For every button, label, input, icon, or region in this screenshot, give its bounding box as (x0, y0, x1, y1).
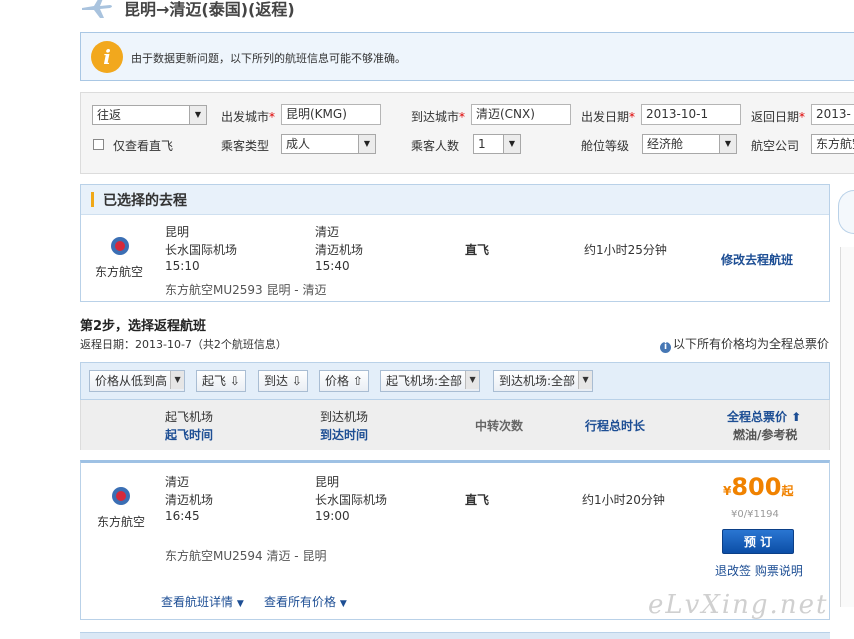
accent-bar (91, 192, 94, 207)
return-date-label: 返回日期* (751, 110, 806, 124)
direct-only-checkbox[interactable] (93, 139, 104, 150)
return-date-input[interactable]: 2013- (811, 104, 854, 125)
airplane-icon (82, 0, 112, 18)
col-arr-airport: 到达机场 (320, 410, 369, 424)
price: ¥800起 (723, 473, 794, 501)
arr-airport: 长水国际机场 (315, 493, 388, 507)
dep-airport: 长水国际机场 (165, 243, 238, 257)
trip-type-select[interactable]: 往返 ▼ (92, 105, 207, 125)
dep-time: 16:45 (165, 509, 200, 523)
sort-by-price-button[interactable]: 价格 ⇧ (319, 370, 369, 392)
refund-rules-link[interactable]: 退改签 购票说明 (715, 562, 803, 579)
depart-date-input[interactable]: 2013-10-1 (641, 104, 741, 125)
passenger-type-select[interactable]: 成人 ▼ (281, 134, 376, 154)
airline-name: 东方航空 (97, 515, 146, 529)
sort-by-arrive-button[interactable]: 到达 ⇩ (258, 370, 308, 392)
dep-airport: 清迈机场 (165, 493, 214, 507)
airline-logo-icon (112, 487, 130, 505)
passenger-type-label: 乘客类型 (221, 139, 270, 153)
arr-time: 19:00 (315, 509, 350, 523)
dep-airport-filter[interactable]: 起飞机场:全部 ▼ (380, 370, 481, 392)
chevron-down-icon: ▼ (339, 599, 347, 609)
col-tax: 燃油/参考税 (733, 428, 798, 442)
col-total-price[interactable]: 全程总票价 ⬆ (727, 408, 801, 425)
page-header: 昆明→清迈(泰国)(返程) (80, 0, 780, 20)
chevron-down-icon: ▼ (719, 135, 736, 153)
col-duration[interactable]: 行程总时长 (585, 417, 645, 434)
to-label: 到达城市* (411, 110, 466, 124)
info-icon: i (91, 41, 123, 73)
passenger-count-label: 乘客人数 (411, 139, 460, 153)
cabin-label: 舱位等级 (581, 139, 630, 153)
column-header: 起飞机场 起飞时间 到达机场 到达时间 中转次数 行程总时长 全程总票价 ⬆ 燃… (80, 400, 830, 450)
airline-logo-icon (111, 237, 129, 255)
step-title: 第2步，选择返程航班 (80, 319, 207, 334)
chevron-down-icon: ▼ (236, 599, 244, 609)
dep-city: 清迈 (165, 475, 190, 489)
stops: 直飞 (465, 493, 490, 507)
arr-city: 昆明 (315, 475, 340, 489)
all-prices-link[interactable]: 查看所有价格 ▼ (264, 593, 347, 610)
panel-header: 已选择的去程 (81, 185, 829, 215)
col-stops: 中转次数 (475, 419, 524, 433)
book-button[interactable]: 预 订 (722, 529, 794, 554)
chevron-down-icon: ▼ (503, 135, 520, 153)
col-dep-time[interactable]: 起飞时间 (165, 426, 213, 443)
arr-airport: 清迈机场 (315, 243, 364, 257)
flight-details-link[interactable]: 查看航班详情 ▼ (161, 593, 244, 610)
airline-select[interactable]: 东方航空 (811, 134, 854, 154)
chevron-down-icon: ▼ (465, 371, 480, 389)
airline-label: 航空公司 (751, 139, 800, 153)
arr-city: 清迈 (315, 225, 340, 239)
from-city-input[interactable]: 昆明(KMG) (281, 104, 381, 125)
col-arr-time[interactable]: 到达时间 (320, 426, 368, 443)
duration: 约1小时20分钟 (582, 493, 665, 507)
notice-text: 由于数据更新问题，以下所列的航班信息可能不够准确。 (131, 52, 406, 65)
sort-select[interactable]: 价格从低到高 ▼ (89, 370, 186, 392)
to-city-input[interactable]: 清迈(CNX) (471, 104, 571, 125)
panel-title: 已选择的去程 (103, 193, 187, 209)
chevron-down-icon: ▼ (189, 106, 206, 124)
duration: 约1小时25分钟 (584, 243, 667, 257)
flight-info: 东方航空MU2593 昆明 - 清迈 (165, 283, 327, 297)
flight-info: 东方航空MU2594 清迈 - 昆明 (165, 549, 327, 563)
arr-time: 15:40 (315, 259, 350, 273)
dep-city: 昆明 (165, 225, 190, 239)
cabin-select[interactable]: 经济舱 ▼ (642, 134, 737, 154)
tax-value: ¥0/¥1194 (731, 509, 779, 520)
depart-date-label: 出发日期* (581, 110, 636, 124)
airline-name: 东方航空 (95, 265, 144, 279)
info-icon: i (660, 342, 671, 353)
stops: 直飞 (465, 243, 490, 257)
filter-bar: 价格从低到高 ▼ 起飞 ⇩ 到达 ⇩ 价格 ⇧ 起飞机场:全部 ▼ 到达机场:全部 ▼ (80, 362, 830, 400)
chevron-down-icon: ▼ (170, 371, 185, 389)
watermark: eLvXing.net (648, 590, 829, 620)
side-panel (840, 247, 854, 607)
selected-outbound-panel: 已选择的去程 东方航空 昆明 长水国际机场 15:10 清迈 清迈机场 15:4… (80, 184, 830, 302)
from-label: 出发城市* (221, 110, 276, 124)
dep-time: 15:10 (165, 259, 200, 273)
price-note: i 以下所有价格均为全程总票价 (660, 335, 829, 353)
return-date-info: 返程日期：2013-10-7（共2个航班信息） (80, 338, 287, 351)
search-panel: 往返 ▼ 出发城市* 昆明(KMG) 到达城市* 清迈(CNX) 出发日期* 20… (80, 92, 854, 174)
side-widget (838, 190, 854, 234)
col-dep-airport: 起飞机场 (165, 410, 214, 424)
chevron-down-icon: ▼ (358, 135, 375, 153)
sort-by-depart-button[interactable]: 起飞 ⇩ (196, 370, 246, 392)
direct-only-label: 仅查看直飞 (113, 139, 174, 153)
page-title: 昆明→清迈(泰国)(返程) (124, 0, 295, 19)
chevron-down-icon: ▼ (578, 371, 593, 389)
arr-airport-filter[interactable]: 到达机场:全部 ▼ (493, 370, 594, 392)
passenger-count-select[interactable]: 1 ▼ (473, 134, 521, 154)
modify-outbound-link[interactable]: 修改去程航班 (721, 251, 793, 268)
notice-banner: i 由于数据更新问题，以下所列的航班信息可能不够准确。 (80, 32, 854, 81)
